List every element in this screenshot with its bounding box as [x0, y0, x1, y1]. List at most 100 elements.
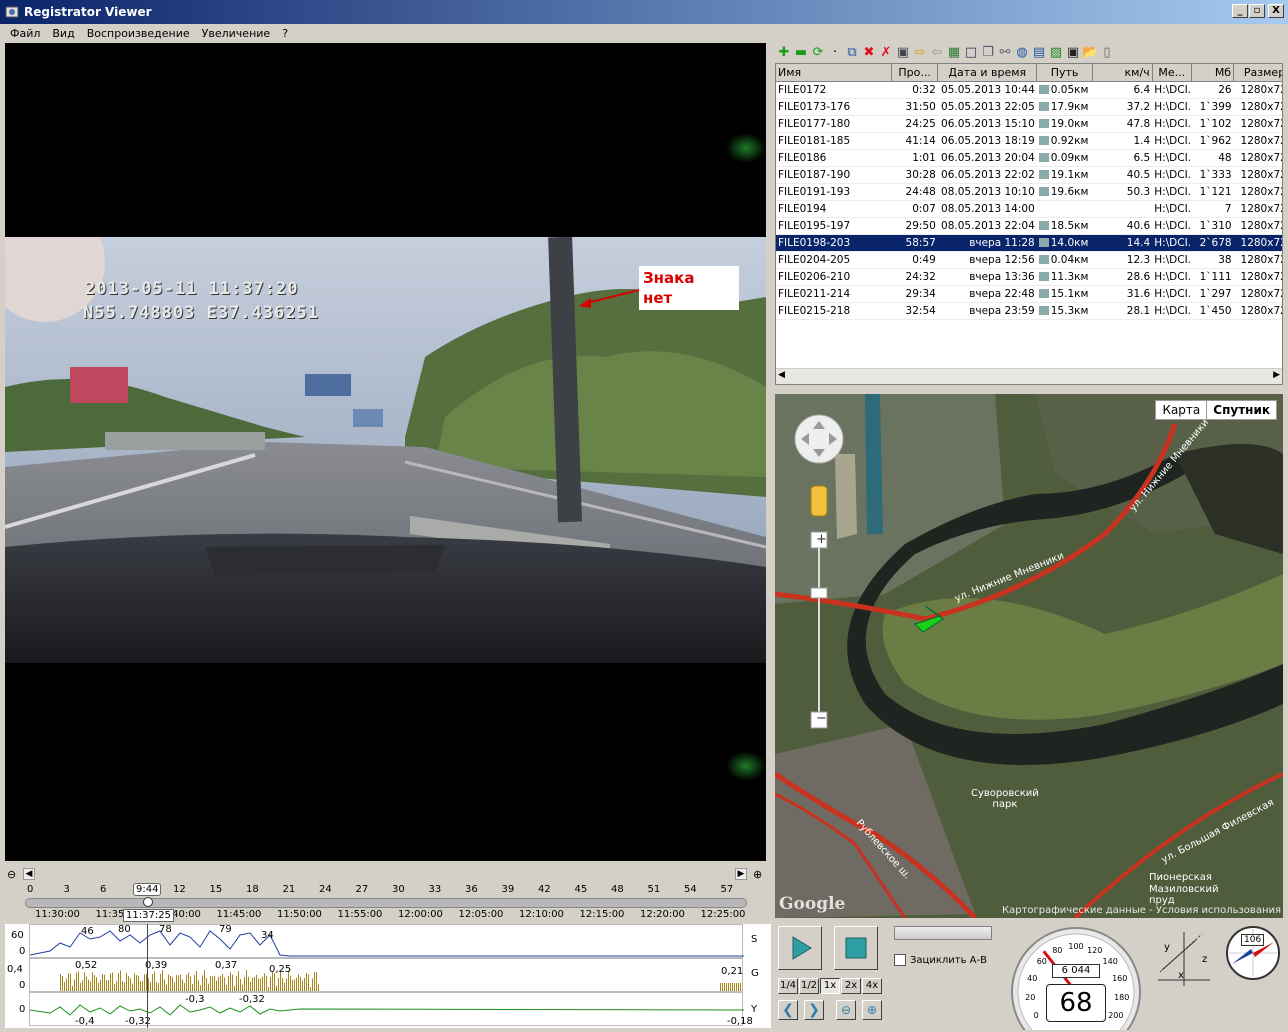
restore-button[interactable]: ▫ — [1249, 4, 1265, 18]
map-credit[interactable]: Картографические данные - Условия исполь… — [1002, 905, 1281, 916]
delete-icon[interactable]: ✖ — [861, 45, 877, 61]
stop-button[interactable] — [834, 926, 878, 970]
dot-icon[interactable]: · — [827, 45, 843, 61]
g-bar — [724, 983, 725, 991]
speed-1x-button[interactable]: 1x — [820, 978, 840, 994]
globe-icon[interactable]: ◍ — [1014, 45, 1030, 61]
frame-icon[interactable]: □ — [963, 45, 979, 61]
remove-icon[interactable]: ▬ — [793, 45, 809, 61]
file-row[interactable]: FILE0204-205 0:49 вчера 12:56 0.04км 12.3 H:\… — [776, 251, 1282, 269]
file-row[interactable]: FILE0186 1:01 06.05.2013 20:04 0.09км 6.5 H:\… — [776, 149, 1282, 167]
file-cell: 1:01 — [891, 149, 938, 167]
file-list-scrollbar[interactable]: ◀ ▶ — [776, 368, 1282, 384]
col-location[interactable]: Ме... — [1152, 64, 1192, 82]
menu-view[interactable]: Вид — [46, 27, 80, 40]
copy-icon[interactable]: ⧉ — [844, 45, 860, 61]
map-type-satellite[interactable]: Спутник — [1206, 401, 1276, 419]
col-mb[interactable]: Мб — [1191, 64, 1235, 82]
prev-frame-button[interactable]: ❮ — [778, 1000, 798, 1020]
zoom-out-timeline-icon[interactable]: ⊖ — [7, 868, 16, 881]
close-button[interactable]: X — [1268, 4, 1284, 18]
g-force-graph[interactable] — [29, 958, 743, 992]
g-bar — [98, 982, 99, 991]
g-bar — [250, 981, 251, 991]
file-cell: 1280x720 — [1233, 234, 1282, 252]
link-icon[interactable]: ⚯ — [997, 45, 1013, 61]
file-row[interactable]: FILE0177-180 24:25 06.05.2013 15:10 19.0км 4… — [776, 115, 1282, 133]
layers-icon[interactable]: ❐ — [980, 45, 996, 61]
playhead-line — [147, 924, 148, 1028]
seek-thumb[interactable] — [143, 897, 153, 907]
col-speed[interactable]: км/ч — [1092, 64, 1153, 82]
file-row[interactable]: FILE0173-176 31:50 05.05.2013 22:05 17.9км 3… — [776, 98, 1282, 116]
map-type-map[interactable]: Карта — [1156, 401, 1206, 419]
volume-slider[interactable] — [894, 926, 992, 940]
file-row[interactable]: FILE0181-185 41:14 06.05.2013 18:19 0.92км 1… — [776, 132, 1282, 150]
col-duration[interactable]: Про... — [891, 64, 939, 82]
file-row[interactable]: FILE0187-190 30:28 06.05.2013 22:02 19.1км 4… — [776, 166, 1282, 184]
file-cell: H:\DCI... — [1152, 183, 1192, 201]
speed-graph[interactable] — [29, 924, 744, 958]
fullscreen-icon[interactable]: ▣ — [1065, 45, 1081, 61]
menu-help[interactable]: ? — [276, 27, 294, 40]
g-bar — [160, 974, 161, 991]
file-row[interactable]: FILE0195-197 29:50 08.05.2013 22:04 18.5км 4… — [776, 217, 1282, 235]
timeline-scroll-left-icon[interactable]: ◀ — [23, 868, 35, 880]
file-row[interactable]: FILE0211-214 29:34 вчера 22:48 15.1км 31.6 H:… — [776, 285, 1282, 303]
zoom-in-timeline-icon[interactable]: ⊕ — [753, 868, 762, 881]
scroll-left-icon[interactable]: ◀ — [778, 370, 785, 380]
seek-bar[interactable] — [25, 898, 747, 908]
file-row[interactable]: FILE0172 0:32 05.05.2013 10:44 0.05км 6.4 H:\… — [776, 81, 1282, 99]
minimize-button[interactable]: _ — [1232, 4, 1248, 18]
file-row[interactable]: FILE0191-193 24:48 08.05.2013 10:10 19.6км 5… — [776, 183, 1282, 201]
scroll-right-icon[interactable]: ▶ — [1273, 370, 1280, 380]
speed-half-button[interactable]: 1/2 — [799, 978, 819, 994]
file-row[interactable]: FILE0206-210 24:32 вчера 13:36 11.3км 28.6 H:… — [776, 268, 1282, 286]
col-name[interactable]: Имя — [776, 64, 892, 82]
next-frame-button[interactable]: ❯ — [804, 1000, 824, 1020]
document-icon[interactable]: ▯ — [1099, 45, 1115, 61]
g-bar — [220, 975, 221, 991]
import-icon[interactable]: ⇦ — [929, 45, 945, 61]
col-datetime[interactable]: Дата и время — [937, 64, 1038, 82]
file-row[interactable]: FILE01940:0708.05.2013 14:00 H:\DCI...712… — [776, 200, 1282, 218]
zoom-out-icon[interactable]: − — [816, 711, 827, 726]
route-icon — [1038, 119, 1049, 128]
timeline-scroll-right-icon[interactable]: ▶ — [735, 868, 747, 880]
play-button[interactable] — [778, 926, 822, 970]
video-player[interactable]: 2013-05-11 11:37:20 N55.748803 E37.43625… — [5, 43, 766, 861]
file-row[interactable]: FILE0215-218 32:54 вчера 23:59 15.3км 28.1 H:… — [776, 302, 1282, 320]
menu-file[interactable]: Файл — [4, 27, 46, 40]
file-row[interactable]: FILE0198-203 58:57 вчера 11:28 14.0км 14.4 H:… — [776, 234, 1282, 252]
map-add-icon[interactable]: ▦ — [946, 45, 962, 61]
export-icon[interactable]: ⇨ — [912, 45, 928, 61]
file-cell: H:\DCI... — [1152, 302, 1192, 320]
add-icon[interactable]: ✚ — [776, 45, 792, 61]
col-size[interactable]: Размер — [1233, 64, 1282, 82]
zoom-in-icon[interactable]: + — [816, 532, 827, 547]
zoom-in-button[interactable]: ⊕ — [862, 1000, 882, 1020]
map-view[interactable]: + − Карта Спутник ул. Нижние Мневники ул… — [775, 394, 1283, 918]
menu-zoom[interactable]: Увеличение — [196, 27, 277, 40]
speed-quarter-button[interactable]: 1/4 — [778, 978, 798, 994]
g-bar — [182, 979, 183, 991]
zoom-out-button[interactable]: ⊖ — [836, 1000, 856, 1020]
file-list[interactable]: Имя Про... Дата и время Путь км/ч Ме... … — [775, 63, 1283, 385]
image-icon[interactable]: ▨ — [1048, 45, 1064, 61]
file-cell: 0.05км — [1036, 81, 1093, 99]
file-cell: вчера 11:28 — [937, 234, 1037, 252]
col-distance[interactable]: Путь — [1036, 64, 1093, 82]
chart-icon[interactable]: ▤ — [1031, 45, 1047, 61]
minute-tick: 12 — [173, 884, 186, 895]
delete-all-icon[interactable]: ✗ — [878, 45, 894, 61]
loop-checkbox[interactable] — [894, 954, 906, 966]
menu-playback[interactable]: Воспроизведение — [81, 27, 196, 40]
g-bar — [730, 983, 731, 991]
refresh-icon[interactable]: ⟳ — [810, 45, 826, 61]
open-folder-icon[interactable]: 📂 — [1082, 45, 1098, 61]
file-cell: 06.05.2013 22:02 — [937, 166, 1037, 184]
speed-2x-button[interactable]: 2x — [841, 978, 861, 994]
speed-4x-button[interactable]: 4x — [862, 978, 882, 994]
g-bar — [304, 977, 305, 991]
save-icon[interactable]: ▣ — [895, 45, 911, 61]
